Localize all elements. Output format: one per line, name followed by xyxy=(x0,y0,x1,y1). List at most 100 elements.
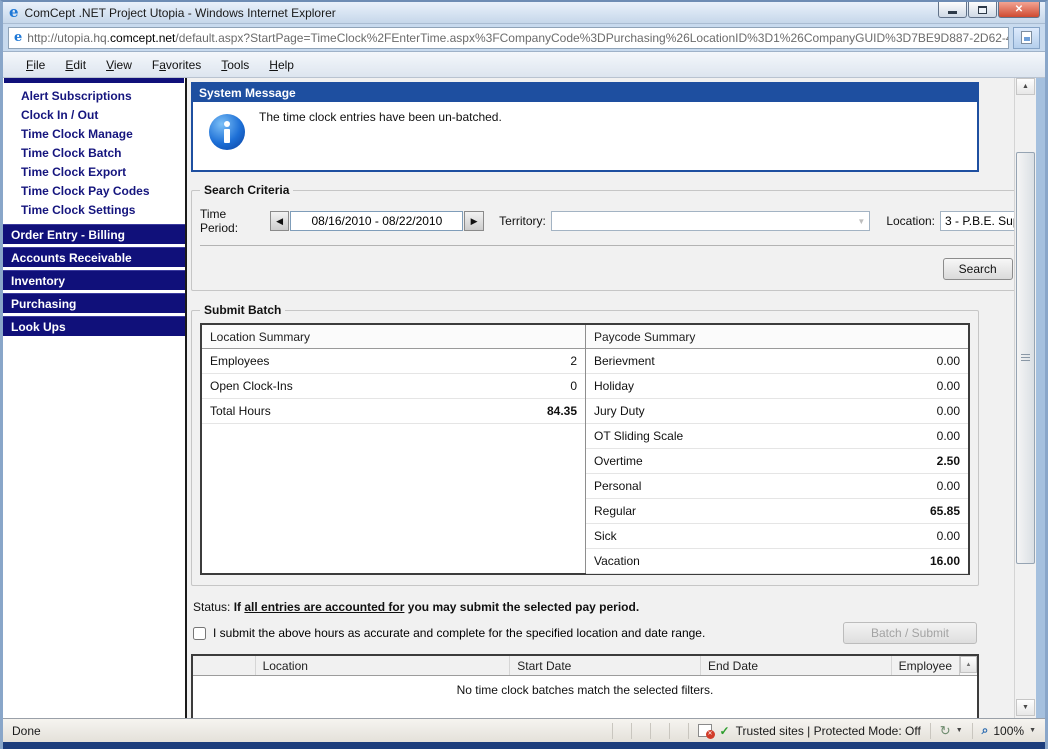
next-period-button[interactable]: ▶ xyxy=(464,211,483,231)
zoom-level-text[interactable]: 100% xyxy=(993,724,1024,738)
compatibility-view-button[interactable] xyxy=(1013,27,1040,49)
table-row: Sick 0.00 xyxy=(586,524,968,549)
sidebar-section-purchasing[interactable]: Purchasing xyxy=(3,293,185,313)
sidebar-item-time-clock-manage[interactable]: Time Clock Manage xyxy=(3,125,185,144)
table-scrollbar[interactable]: ▲ xyxy=(959,656,977,675)
browser-window: e ComCept .NET Project Utopia - Windows … xyxy=(0,0,1048,749)
trusted-check-icon: ✓ xyxy=(720,724,730,738)
page-icon xyxy=(1021,31,1032,44)
table-row: Berievment 0.00 xyxy=(586,349,968,374)
search-criteria-legend: Search Criteria xyxy=(200,183,293,197)
sidebar-item-clock-in-out[interactable]: Clock In / Out xyxy=(3,106,185,125)
sidebar-item-alert-subscriptions[interactable]: Alert Subscriptions xyxy=(3,87,185,106)
sidebar-item-time-clock-batch[interactable]: Time Clock Batch xyxy=(3,144,185,163)
table-row: Holiday 0.00 xyxy=(586,374,968,399)
batches-table: Location Start Date End Date Employee ▲ … xyxy=(191,654,979,718)
batches-empty-message: No time clock batches match the selected… xyxy=(193,676,977,718)
window-bottom-border xyxy=(3,742,1045,749)
time-period-field[interactable]: 08/16/2010 - 08/22/2010 xyxy=(290,211,463,231)
summary-table: Location Summary Employees 2 Open Clock-… xyxy=(200,323,970,575)
scroll-down-icon: ▼ xyxy=(1022,704,1029,711)
sidebar-section-order-entry-billing[interactable]: Order Entry - Billing xyxy=(3,224,185,244)
scroll-up-icon[interactable]: ▲ xyxy=(960,656,977,673)
blocked-popup-icon[interactable] xyxy=(698,724,712,737)
sidebar-section-inventory[interactable]: Inventory xyxy=(3,270,185,290)
main-area: System Message The time clock entries ha… xyxy=(187,78,1014,718)
minimize-button[interactable] xyxy=(938,2,967,18)
search-button[interactable]: Search xyxy=(943,258,1013,280)
scrollbar-up-button[interactable]: ▲ xyxy=(1016,78,1035,95)
paycode-summary-header: Paycode Summary xyxy=(586,325,968,349)
menu-file[interactable]: File xyxy=(17,56,54,74)
location-value: 3 - P.B.E. Supply Inc xyxy=(945,214,1014,228)
confirm-hours-checkbox[interactable] xyxy=(193,627,206,640)
column-header-location: Location xyxy=(256,656,511,675)
search-criteria-group: Search Criteria Time Period: ◀ 08/16/201… xyxy=(191,183,1014,291)
search-criteria-row: Time Period: ◀ 08/16/2010 - 08/22/2010 ▶… xyxy=(198,201,1014,245)
paycode-summary-column: Paycode Summary Berievment 0.00 Holiday … xyxy=(585,325,968,573)
restore-button[interactable] xyxy=(968,2,997,18)
inprivate-refresh-icon[interactable]: ↻ xyxy=(940,723,951,739)
favicon-icon: e xyxy=(14,31,22,44)
submit-batch-group: Submit Batch Location Summary Employees … xyxy=(191,303,979,586)
chevron-down-icon[interactable]: ▼ xyxy=(1029,727,1036,734)
menu-view[interactable]: View xyxy=(97,56,141,74)
address-bar: e http://utopia.hq.comcept.net/default.a… xyxy=(3,24,1045,52)
scroll-up-icon: ▲ xyxy=(1022,83,1029,90)
previous-period-button[interactable]: ◀ xyxy=(270,211,289,231)
scrollbar-thumb[interactable] xyxy=(1016,152,1035,564)
scrollbar-down-button[interactable]: ▼ xyxy=(1016,699,1035,716)
zoom-magnifier-icon: ⌕ xyxy=(982,723,989,738)
batch-status-line: Status: If all entries are accounted for… xyxy=(191,598,979,620)
column-header-employee: Employee xyxy=(892,656,959,675)
sidebar-nav: Alert Subscriptions Clock In / Out Time … xyxy=(3,78,187,718)
url-prefix: http://utopia.hq. xyxy=(27,31,110,45)
batches-table-header: Location Start Date End Date Employee ▲ xyxy=(193,656,977,676)
security-zone-text[interactable]: Trusted sites | Protected Mode: Off xyxy=(736,724,921,738)
search-actions: Search Clear xyxy=(198,246,1014,282)
table-row: Jury Duty 0.00 xyxy=(586,399,968,424)
system-message-panel: System Message The time clock entries ha… xyxy=(191,82,979,172)
page-content: Alert Subscriptions Clock In / Out Time … xyxy=(3,78,1045,718)
menu-favorites[interactable]: Favorites xyxy=(143,56,210,74)
system-message-body: The time clock entries have been un-batc… xyxy=(193,102,977,170)
url-domain: comcept.net xyxy=(110,31,175,45)
window-edge xyxy=(1036,78,1045,718)
location-summary-header: Location Summary xyxy=(202,325,585,349)
menu-tools[interactable]: Tools xyxy=(212,56,258,74)
title-bar: e ComCept .NET Project Utopia - Windows … xyxy=(3,2,1045,24)
close-button[interactable]: ✕ xyxy=(998,2,1040,18)
table-row: Total Hours 84.35 xyxy=(202,399,585,424)
time-period-label: Time Period: xyxy=(200,207,265,235)
territory-label: Territory: xyxy=(499,214,546,228)
window-controls: ✕ xyxy=(938,2,1040,18)
territory-select[interactable]: ▼ xyxy=(551,211,870,231)
location-select[interactable]: 3 - P.B.E. Supply Inc ▼ xyxy=(940,211,1014,231)
minimize-icon xyxy=(948,11,957,14)
chevron-down-icon[interactable]: ▼ xyxy=(956,727,963,734)
location-summary-column: Location Summary Employees 2 Open Clock-… xyxy=(202,325,585,573)
table-row: Personal 0.00 xyxy=(586,474,968,499)
sidebar-item-time-clock-pay-codes[interactable]: Time Clock Pay Codes xyxy=(3,182,185,201)
table-row: Overtime 2.50 xyxy=(586,449,968,474)
system-message-header: System Message xyxy=(193,84,977,102)
sidebar-item-time-clock-export[interactable]: Time Clock Export xyxy=(3,163,185,182)
chevron-down-icon: ▼ xyxy=(853,217,869,226)
sidebar-section-accounts-receivable[interactable]: Accounts Receivable xyxy=(3,247,185,267)
info-icon xyxy=(209,114,245,150)
table-row: Regular 65.85 xyxy=(586,499,968,524)
menu-help[interactable]: Help xyxy=(260,56,303,74)
browser-scrollbar[interactable]: ▲ ▼ xyxy=(1014,78,1036,718)
sidebar-links: Alert Subscriptions Clock In / Out Time … xyxy=(3,87,185,220)
batch-submit-button[interactable]: Batch / Submit xyxy=(843,622,977,644)
close-icon: ✕ xyxy=(1015,4,1023,15)
forward-arrow-icon: ▶ xyxy=(471,216,478,227)
sidebar-item-time-clock-settings[interactable]: Time Clock Settings xyxy=(3,201,185,220)
back-arrow-icon: ◀ xyxy=(276,216,283,227)
status-label: Status: xyxy=(193,600,230,614)
menu-edit[interactable]: Edit xyxy=(56,56,95,74)
url-input[interactable]: e http://utopia.hq.comcept.net/default.a… xyxy=(8,27,1009,49)
table-row: OT Sliding Scale 0.00 xyxy=(586,424,968,449)
sidebar-section-look-ups[interactable]: Look Ups xyxy=(3,316,185,336)
sidebar-section-partial xyxy=(4,78,184,83)
